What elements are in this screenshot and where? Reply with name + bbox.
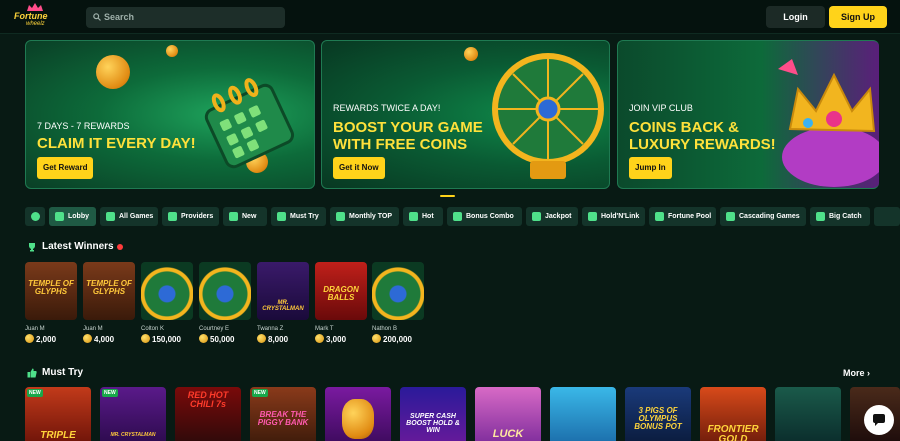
jump-in-button[interactable]: Jump In	[629, 157, 672, 179]
category-big-catch[interactable]: Big Catch	[810, 207, 870, 226]
coin-decoration	[166, 45, 178, 57]
winner-game-tile[interactable]: TEMPLE OF GLYPHS	[25, 262, 77, 320]
winner-name: Colton K	[141, 326, 165, 332]
category-cascading-games[interactable]: Cascading Games	[720, 207, 806, 226]
category-new[interactable]: New	[223, 207, 267, 226]
live-indicator	[117, 244, 123, 250]
category-must-try[interactable]: Must Try	[271, 207, 326, 226]
login-button[interactable]: Login	[766, 6, 825, 28]
banner-vip-club[interactable]: JOIN VIP CLUB COINS BACK & LUXURY REWARD…	[617, 40, 879, 189]
search-placeholder: Search	[104, 12, 135, 22]
winner-game-tile[interactable]	[199, 262, 251, 320]
game-tile[interactable]: RED HOT CHILI 7s	[175, 387, 241, 441]
chat-button[interactable]	[864, 405, 894, 435]
winner-name: Courtney E	[199, 326, 230, 332]
category-providers[interactable]: Providers	[162, 207, 219, 226]
coin-decoration	[96, 55, 130, 89]
signup-button[interactable]: Sign Up	[829, 6, 887, 28]
trophy-icon	[336, 212, 345, 221]
providers-icon	[168, 212, 177, 221]
coin-icon	[199, 334, 208, 343]
category-fortune-pool[interactable]: Fortune Pool	[649, 207, 716, 226]
pool-icon	[655, 212, 664, 221]
trophy-icon	[29, 243, 35, 252]
winner-name: Twanna Z	[257, 326, 284, 332]
lobby-icon	[55, 212, 64, 221]
game-tile[interactable]: FRONTIER GOLD	[700, 387, 766, 441]
top-header: Fortune wheelz Search Login Sign Up	[0, 0, 900, 34]
coin-decoration	[464, 47, 478, 61]
game-tile[interactable]: LUCK	[475, 387, 541, 441]
coin-icon	[315, 334, 324, 343]
winner-amount: 200,000	[372, 334, 412, 344]
bonus-combo-icon	[453, 212, 462, 221]
game-tile[interactable]: 3 PIGS OF OLYMPUS BONUS POT	[625, 387, 691, 441]
fire-icon	[409, 212, 418, 221]
must-try-icon	[277, 212, 286, 221]
golden-ganesh-art	[342, 399, 374, 439]
get-it-now-button[interactable]: Get it Now	[333, 157, 385, 179]
game-tile[interactable]: NEW MR. CRYSTALMAN	[100, 387, 166, 441]
game-tile[interactable]	[550, 387, 616, 441]
coin-icon	[141, 334, 150, 343]
latest-winners-title: Latest Winners	[42, 241, 114, 252]
winner-game-tile[interactable]: MR. CRYSTALMAN	[257, 262, 309, 320]
all-games-icon	[106, 212, 115, 221]
search-input[interactable]: Search	[86, 7, 285, 28]
winner-game-tile[interactable]	[141, 262, 193, 320]
game-tile[interactable]	[325, 387, 391, 441]
crown-illustration	[778, 59, 879, 187]
coin-icon	[257, 334, 266, 343]
category-monthly-top[interactable]: Monthly TOP	[330, 207, 399, 226]
coin-icon	[25, 334, 34, 343]
new-icon	[229, 212, 238, 221]
winner-name: Juan M	[83, 326, 103, 332]
home-icon	[31, 212, 40, 221]
winner-amount: 2,000	[25, 334, 56, 344]
winner-game-tile[interactable]: TEMPLE OF GLYPHS	[83, 262, 135, 320]
winner-game-tile[interactable]	[372, 262, 424, 320]
winner-name: Nathon B	[372, 326, 398, 332]
coin-icon	[83, 334, 92, 343]
winner-game-tile[interactable]: DRAGON BALLS	[315, 262, 367, 320]
calendar-illustration	[204, 78, 295, 169]
category-lobby[interactable]: Lobby	[49, 207, 96, 226]
winner-name: Mark T	[315, 326, 334, 332]
link-icon	[588, 212, 597, 221]
thumbs-up-icon	[27, 368, 37, 378]
category-hot[interactable]: Hot	[403, 207, 443, 226]
cascading-icon	[726, 212, 735, 221]
game-tile[interactable]	[775, 387, 841, 441]
winner-amount: 4,000	[83, 334, 114, 344]
more-link[interactable]: More ›	[843, 368, 870, 378]
category-home[interactable]	[25, 207, 45, 226]
game-tile[interactable]: NEW TRIPLE	[25, 387, 91, 441]
search-icon	[93, 13, 101, 21]
game-tile[interactable]: SUPER CASH BOOST HOLD & WIN	[400, 387, 466, 441]
winner-name: Juan M	[25, 326, 45, 332]
carousel-indicator[interactable]	[440, 195, 455, 197]
winner-amount: 50,000	[199, 334, 234, 344]
fortune-wheelz-logo[interactable]: Fortune wheelz	[14, 3, 58, 30]
category-more[interactable]	[874, 207, 900, 226]
game-tile[interactable]: NEW BREAK THE PIGGY BANK	[250, 387, 316, 441]
prize-wheel-illustration	[492, 53, 604, 179]
coin-icon	[372, 334, 381, 343]
fish-icon	[816, 212, 825, 221]
category-bar: Lobby All Games Providers New Must Try M…	[25, 207, 900, 226]
chat-icon	[873, 414, 885, 426]
banner-free-coins[interactable]: REWARDS TWICE A DAY! BOOST YOUR GAME WIT…	[321, 40, 610, 189]
banner-daily-rewards[interactable]: 7 DAYS - 7 REWARDS CLAIM IT EVERY DAY! G…	[25, 40, 315, 189]
category-bonus-combo[interactable]: Bonus Combo	[447, 207, 522, 226]
jackpot-icon	[532, 212, 541, 221]
category-hold-n-link[interactable]: Hold'N'Link	[582, 207, 645, 226]
category-all-games[interactable]: All Games	[100, 207, 158, 226]
category-jackpot[interactable]: Jackpot	[526, 207, 578, 226]
winner-amount: 8,000	[257, 334, 288, 344]
winner-amount: 3,000	[315, 334, 346, 344]
must-try-title: Must Try	[42, 367, 84, 378]
winner-amount: 150,000	[141, 334, 181, 344]
chevron-right-icon: ›	[867, 368, 871, 378]
get-reward-button[interactable]: Get Reward	[37, 157, 94, 179]
